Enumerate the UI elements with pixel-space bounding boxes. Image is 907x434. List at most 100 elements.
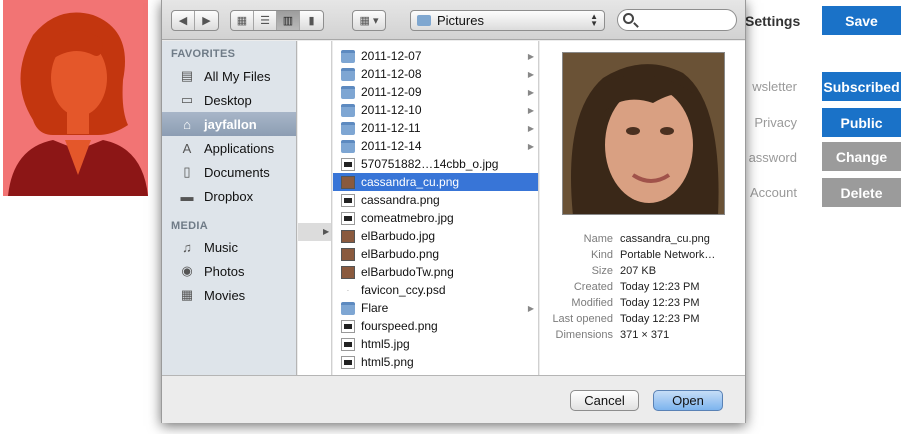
file-list-item[interactable]: cassandra_cu.png <box>333 173 538 191</box>
folder-icon <box>341 301 355 315</box>
sidebar-item-photos[interactable]: ◉ Photos <box>162 259 296 283</box>
sidebar-item-label: Desktop <box>204 92 252 108</box>
file-list-item[interactable]: Flare ▶ <box>333 299 538 317</box>
file-icon <box>341 175 355 189</box>
cancel-button[interactable]: Cancel <box>570 390 639 411</box>
sidebar-item-documents[interactable]: ▯ Documents <box>162 160 296 184</box>
file-name: cassandra_cu.png <box>361 175 460 189</box>
file-list-item[interactable]: elBarbudo.jpg <box>333 227 538 245</box>
file-icon <box>341 247 355 261</box>
file-name: 2011-12-11 <box>361 121 421 135</box>
file-icon <box>341 229 355 243</box>
music-icon: ♫ <box>182 239 192 255</box>
file-name: 2011-12-10 <box>361 103 422 117</box>
file-list-item[interactable]: elBarbudo.png <box>333 245 538 263</box>
folder-icon <box>341 121 355 135</box>
file-info-key: Kind <box>590 249 613 261</box>
file-info-value: 207 KB <box>620 265 657 277</box>
file-info-row: Size 207 KB <box>540 265 745 281</box>
sidebar-item-jayfallon[interactable]: ⌂ jayfallon <box>162 112 296 136</box>
file-name: fourspeed.png <box>361 319 438 333</box>
search-input[interactable] <box>617 9 737 31</box>
file-column: 2011-12-07 ▶ 2011-12-08 ▶ 2011-12-09 ▶ 2011-12… <box>333 41 539 375</box>
file-name: 2011-12-07 <box>361 49 422 63</box>
sidebar-item-label: All My Files <box>204 68 271 84</box>
privacy-public-button[interactable]: Public <box>822 108 901 137</box>
column-view-icon[interactable]: ▥ <box>277 11 300 30</box>
file-list-item[interactable]: 2011-12-10 ▶ <box>333 101 538 119</box>
list-view-icon[interactable]: ☰ <box>254 11 277 30</box>
back-arrow-icon[interactable]: ◀ <box>172 11 195 30</box>
sidebar-item-applications[interactable]: A Applications <box>162 136 296 160</box>
file-list-item[interactable]: 2011-12-07 ▶ <box>333 47 538 65</box>
file-name: 570751882…14cbb_o.jpg <box>361 157 499 171</box>
file-name: favicon_ccy.psd <box>361 283 446 297</box>
disclosure-arrow-icon: ▶ <box>527 87 534 97</box>
open-button[interactable]: Open <box>653 390 723 411</box>
file-list-item[interactable]: 2011-12-09 ▶ <box>333 83 538 101</box>
file-name: 2011-12-14 <box>361 139 422 153</box>
save-button[interactable]: Save <box>822 6 901 35</box>
film-icon: ▦ <box>180 287 194 302</box>
media-header: MEDIA <box>171 220 208 232</box>
sidebar-item-desktop[interactable]: ▭ Desktop <box>162 88 296 112</box>
file-name: Flare <box>361 301 389 315</box>
sidebar-item-label: Photos <box>204 263 245 279</box>
file-list-item[interactable]: 2011-12-11 ▶ <box>333 119 538 137</box>
file-list-item[interactable]: html5.png <box>333 353 538 371</box>
file-list-item[interactable]: · favicon_ccy.psd <box>333 281 538 299</box>
camera-icon: ◉ <box>181 263 193 278</box>
file-list-item[interactable]: cassandra.png <box>333 191 538 209</box>
sidebar-item-label: Applications <box>204 140 275 156</box>
disclosure-arrow-icon: ▶ <box>527 141 534 151</box>
file-list-item[interactable]: elBarbudoTw.png <box>333 263 538 281</box>
file-info-value: Today 12:23 PM <box>620 281 700 293</box>
icon-view-icon[interactable]: ▦ <box>231 11 254 30</box>
arrange-menu-button[interactable]: ▦ ▾ <box>352 10 386 31</box>
folder-icon <box>341 103 355 117</box>
file-info-value: 371 × 371 <box>620 329 670 341</box>
file-list-item[interactable]: 2011-12-08 ▶ <box>333 65 538 83</box>
sidebar-item-music[interactable]: ♫ Music <box>162 235 296 259</box>
file-name: 2011-12-09 <box>361 85 422 99</box>
location-popup[interactable]: Pictures ▲ ▼ <box>410 10 605 31</box>
file-info-key: Size <box>591 265 613 277</box>
documents-icon: ▯ <box>183 164 191 179</box>
file-icon <box>341 193 355 207</box>
file-list-item[interactable]: comeatmebro.jpg <box>333 209 538 227</box>
forward-arrow-icon[interactable]: ▶ <box>195 11 218 30</box>
file-name: elBarbudo.jpg <box>361 229 436 243</box>
file-info-key: Name <box>583 233 613 245</box>
delete-account-button[interactable]: Delete <box>822 178 901 207</box>
file-list-item[interactable]: 570751882…14cbb_o.jpg <box>333 155 538 173</box>
pictures-folder-icon <box>417 15 431 26</box>
home-icon: ⌂ <box>183 116 191 132</box>
sidebar-item-dropbox[interactable]: ▬ Dropbox <box>162 184 296 208</box>
dialog-toolbar: ◀ ▶ ▦ ☰ ▥ ▮ ▦ ▾ Pictures ▲ ▼ <box>162 0 745 40</box>
sidebar-item-all-my-files[interactable]: ▤ All My Files <box>162 64 296 88</box>
coverflow-view-icon[interactable]: ▮ <box>300 11 323 30</box>
all-files-icon: ▤ <box>180 68 194 83</box>
disclosure-arrow-icon: ▶ <box>527 51 534 61</box>
file-name: cassandra.png <box>361 193 440 207</box>
file-info-key: Dimensions <box>555 329 613 341</box>
disclosure-arrow-icon: ▶ <box>323 227 330 236</box>
dialog-button-bar: Cancel Open <box>162 375 745 423</box>
newsletter-subscribed-button[interactable]: Subscribed <box>822 72 901 101</box>
disclosure-arrow-icon: ▶ <box>527 123 534 133</box>
person-silhouette-icon <box>8 12 148 196</box>
arrange-icon: ▦ ▾ <box>359 15 379 27</box>
file-list-item[interactable]: html5.jpg <box>333 335 538 353</box>
file-icon <box>341 337 355 351</box>
view-mode-buttons: ▦ ☰ ▥ ▮ <box>230 10 324 31</box>
file-list-item[interactable]: fourspeed.png <box>333 317 538 335</box>
file-list-item[interactable]: 2011-12-14 ▶ <box>333 137 538 155</box>
file-name: html5.jpg <box>361 337 410 351</box>
open-file-dialog: ◀ ▶ ▦ ☰ ▥ ▮ ▦ ▾ Pictures ▲ ▼ FAVORITES ▤… <box>161 0 746 423</box>
portrait-photo-icon <box>563 53 724 214</box>
file-name: elBarbudoTw.png <box>361 265 454 279</box>
sidebar-item-movies[interactable]: ▦ Movies <box>162 283 296 307</box>
change-password-button[interactable]: Change <box>822 142 901 171</box>
parent-column[interactable]: ▶ <box>298 41 332 375</box>
file-info-row: Kind Portable Network… <box>540 249 745 265</box>
